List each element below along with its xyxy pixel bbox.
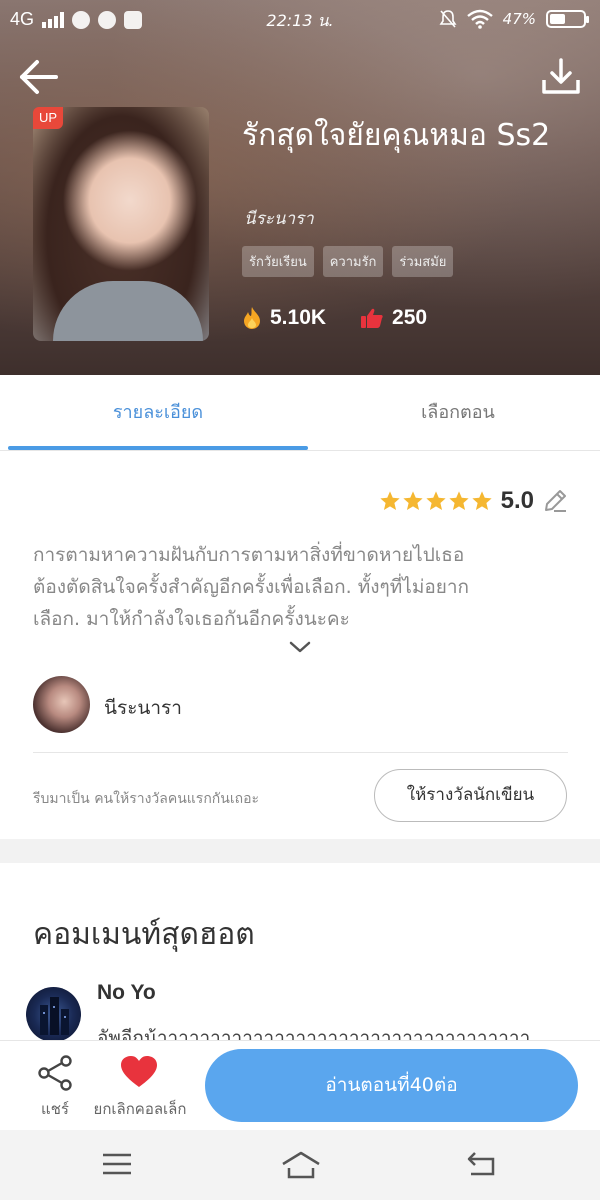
star-icon (403, 491, 423, 510)
share-label[interactable]: แชร์ (28, 1097, 82, 1121)
reward-writer-button[interactable]: ให้รางวัลนักเขียน (374, 769, 567, 822)
tag-list: รักวัยเรียน ความรัก ร่วมสมัย (242, 246, 454, 277)
tag-chip[interactable]: รักวัยเรียน (242, 246, 314, 277)
synopsis: การตามหาความฝันกับการตามหาสิ่งที่ขาดหายไ… (33, 539, 568, 635)
battery-icon (546, 10, 589, 28)
star-icon (449, 491, 469, 510)
tab-details[interactable]: รายละเอียด (8, 375, 308, 451)
update-badge: UP (33, 107, 63, 129)
download-icon[interactable] (540, 56, 582, 98)
thumbs-up-icon (361, 308, 383, 328)
tab-chapters[interactable]: เลือกตอน (308, 375, 600, 451)
synopsis-line: ต้องตัดสินใจครั้งสำคัญอีกครั้งเพื่อเลือก… (33, 576, 470, 598)
chevron-down-icon[interactable] (288, 639, 312, 655)
edit-pencil-icon[interactable] (542, 488, 568, 514)
active-tab-indicator (8, 446, 308, 450)
home-icon[interactable] (280, 1150, 322, 1180)
star-rating (379, 490, 493, 512)
bottom-action-bar: แชร์ ยกเลิกคอลเล็ก อ่านตอนที่40ต่อ (0, 1040, 600, 1130)
divider (33, 752, 568, 753)
book-cover-image (33, 107, 209, 341)
share-icon[interactable] (30, 1055, 80, 1091)
tag-chip[interactable]: ความรัก (322, 246, 384, 277)
hot-comments-section: คอมเมนท์สุดฮอต No Yo อัพอีกน้าาาาาาาาาาา… (0, 863, 600, 1049)
synopsis-line: การตามหาความฝันกับการตามหาสิ่งที่ขาดหายไ… (33, 544, 465, 566)
star-icon (380, 491, 400, 510)
continue-reading-button[interactable]: อ่านตอนที่40ต่อ (205, 1049, 578, 1122)
rating-value: 5.0 (500, 487, 534, 514)
remove-collection-label[interactable]: ยกเลิกคอลเล็ก (86, 1097, 194, 1121)
book-title: รักสุดใจยัยคุณหมอ Ss2 (242, 118, 551, 153)
likes-stat: 250 (360, 306, 427, 330)
back-nav-icon[interactable] (466, 1150, 500, 1178)
reward-prompt: รีบมาเป็น คนให้รางวัลคนแรกกันเถอะ (33, 791, 260, 807)
system-nav-bar (0, 1130, 600, 1200)
views-stat: 5.10K (242, 306, 326, 330)
synopsis-line: เลือก. มาให้กำลังใจเธอกันอีกครั้งนะคะ (33, 608, 350, 630)
fire-icon (244, 307, 260, 329)
wifi-icon (466, 9, 493, 29)
star-icon (426, 491, 446, 510)
section-title: คอมเมนท์สุดฮอต (33, 917, 255, 952)
details-panel: 5.0 การตามหาความฝันกับการตามหาสิ่งที่ขาด… (0, 451, 600, 839)
mute-notification-icon (439, 10, 457, 28)
writer-name[interactable]: นีระนารา (104, 693, 182, 723)
book-header: 4G 22:13 น. 47% UP รักสุดใจยัยคุณหมอ Ss2… (0, 0, 600, 375)
comment-avatar[interactable] (26, 987, 81, 1042)
book-stats: 5.10K 250 (242, 306, 427, 330)
writer-avatar[interactable] (33, 676, 90, 733)
likes-count: 250 (392, 306, 428, 329)
rating: 5.0 (379, 487, 568, 515)
views-count: 5.10K (270, 306, 327, 329)
back-arrow-icon[interactable] (18, 56, 60, 98)
tag-chip[interactable]: ร่วมสมัย (392, 246, 454, 277)
book-author[interactable]: นีระนารา (244, 205, 314, 232)
battery-percent: 47% (502, 10, 536, 28)
menu-icon[interactable] (101, 1150, 133, 1178)
status-bar: 4G 22:13 น. 47% (0, 0, 600, 40)
tab-bar: รายละเอียด เลือกตอน (0, 375, 600, 451)
comment-username[interactable]: No Yo (97, 981, 156, 1005)
star-icon (472, 491, 492, 510)
heart-icon[interactable] (120, 1055, 158, 1089)
